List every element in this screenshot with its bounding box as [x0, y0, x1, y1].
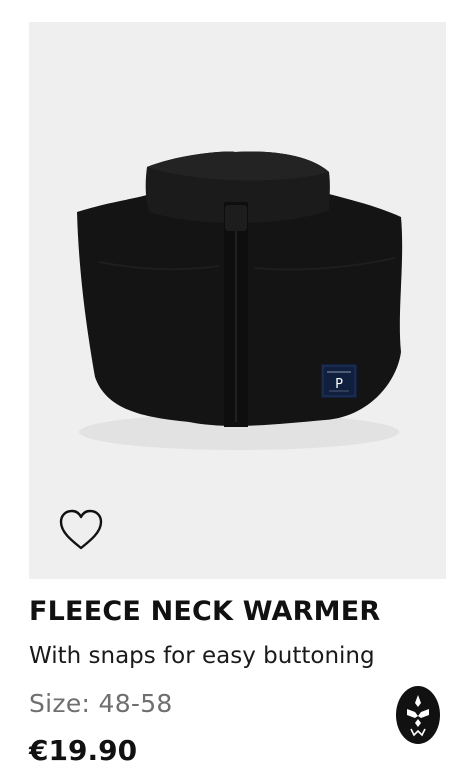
heart-outline-icon [59, 509, 103, 550]
product-size: Size: 48-58 [29, 689, 173, 718]
brand-logo-icon [396, 686, 440, 744]
wishlist-button[interactable] [57, 508, 105, 552]
product-image[interactable]: P [29, 22, 446, 579]
product-title: FLEECE NECK WARMER [29, 596, 381, 627]
neck-warmer-illustration: P [77, 151, 403, 450]
label-letter: P [335, 377, 343, 392]
garment-brand-label: P [321, 364, 357, 398]
product-price: €19.90 [29, 734, 138, 767]
product-card[interactable]: P FLEECE NECK WARMER With snaps for easy… [0, 0, 457, 768]
brand-badge-button[interactable] [395, 685, 441, 745]
product-subtitle: With snaps for easy buttoning [29, 643, 375, 669]
